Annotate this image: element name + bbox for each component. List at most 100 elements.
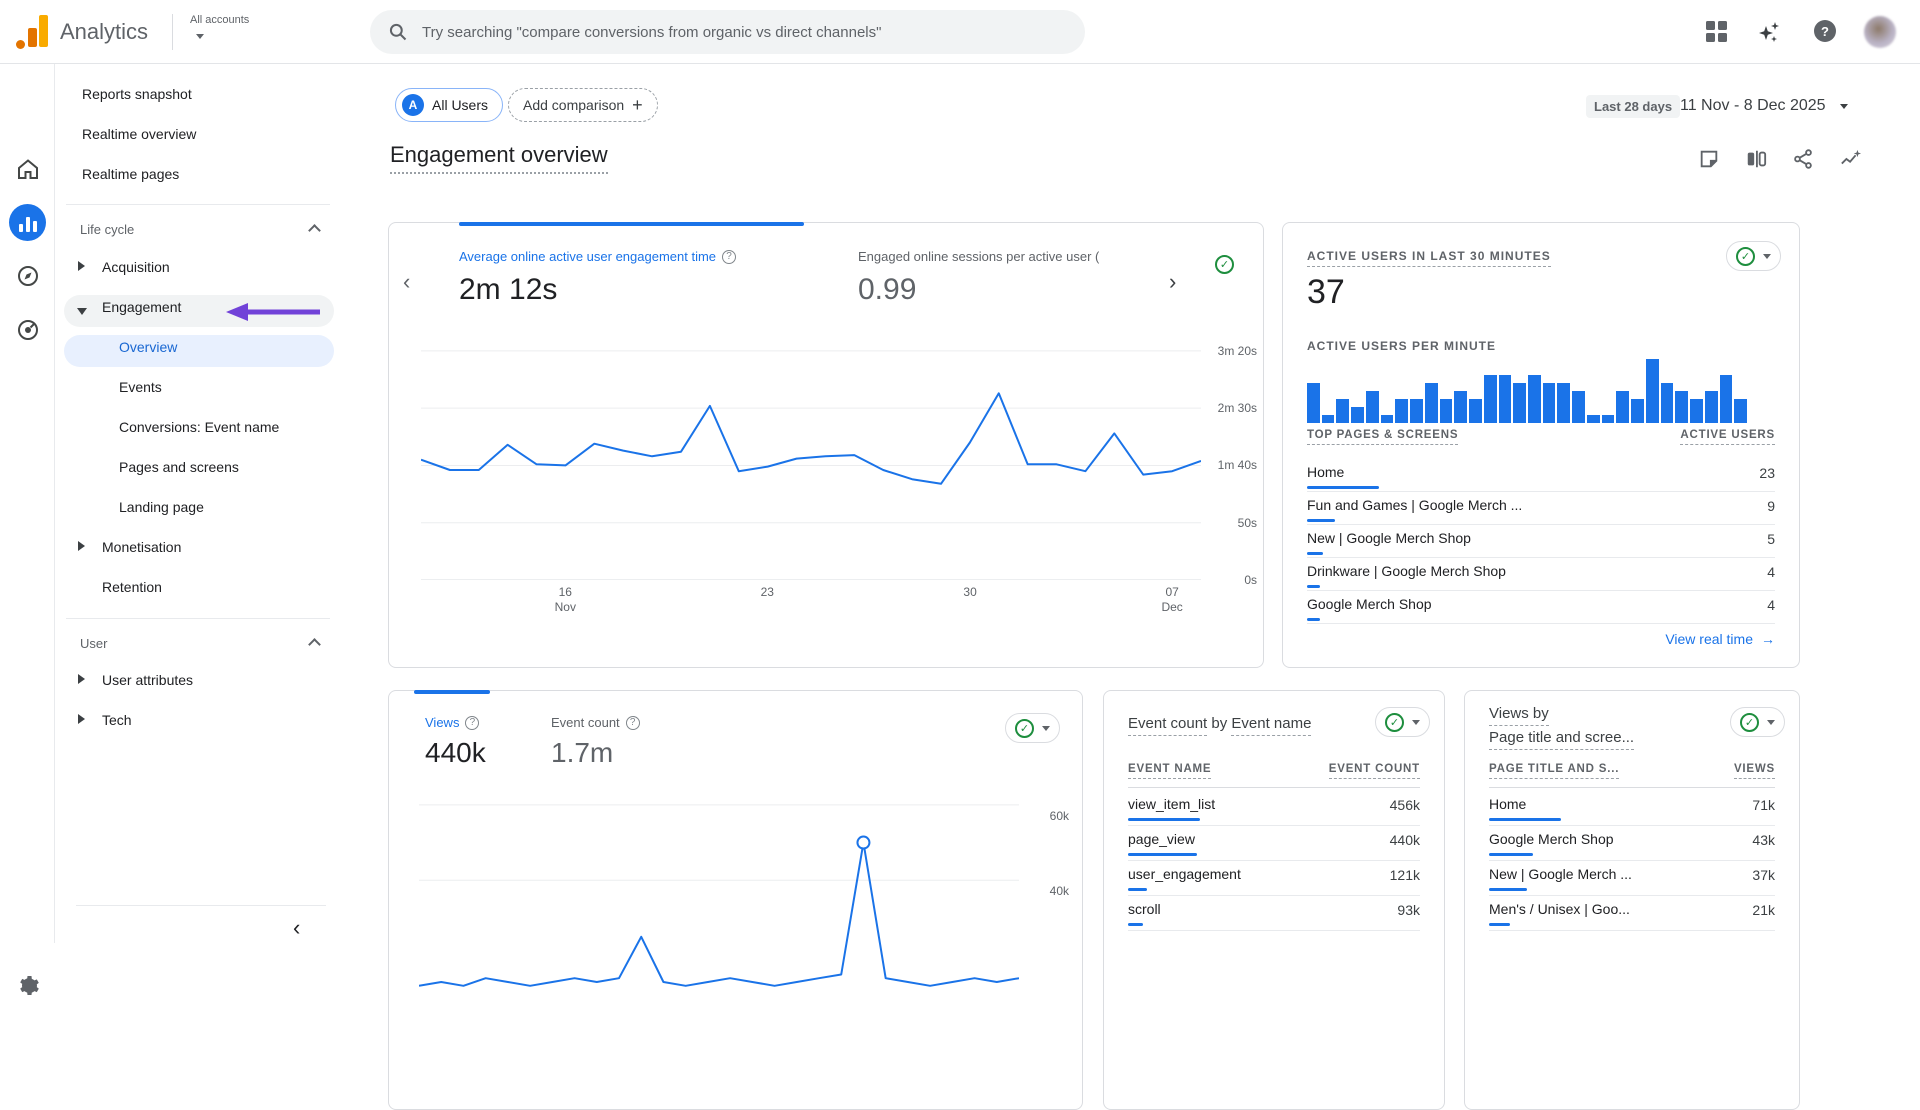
section-header-life-cycle[interactable]: Life cycle: [80, 222, 134, 237]
table-row[interactable]: Drinkware | Google Merch Shop 4: [1307, 558, 1775, 591]
title-views-by[interactable]: Views by: [1489, 705, 1549, 726]
help-icon[interactable]: ?: [465, 715, 480, 730]
row-label: Drinkware | Google Merch Shop: [1307, 563, 1506, 579]
home-icon[interactable]: [16, 157, 40, 181]
table-row[interactable]: user_engagement 121k: [1128, 861, 1420, 896]
table-row[interactable]: Fun and Games | Google Merch ... 9: [1307, 492, 1775, 525]
advertising-icon[interactable]: [16, 318, 40, 342]
pages-table-header: PAGE TITLE AND S... VIEWS: [1489, 763, 1775, 788]
title-page-title[interactable]: Page title and scree...: [1489, 729, 1635, 750]
col-active-users[interactable]: ACTIVE USERS: [1680, 429, 1775, 445]
table-row[interactable]: Home 23: [1307, 459, 1775, 492]
search-input[interactable]: [422, 23, 1022, 41]
ai-sparkle-icon[interactable]: [1758, 20, 1782, 44]
data-quality-dropdown[interactable]: ✓: [1730, 707, 1785, 737]
view-real-time-link[interactable]: View real time →: [1665, 631, 1775, 647]
page-title: Engagement overview: [390, 142, 608, 174]
col-top-pages[interactable]: TOP PAGES & SCREENS: [1307, 429, 1459, 445]
col-event-count[interactable]: EVENT COUNT: [1328, 763, 1420, 779]
data-quality-dropdown[interactable]: ✓: [1005, 713, 1060, 743]
help-icon[interactable]: ?: [722, 249, 737, 264]
explore-icon[interactable]: [16, 264, 40, 288]
collapse-triangle-icon[interactable]: [77, 308, 87, 315]
next-metric-arrow[interactable]: ›: [1169, 269, 1176, 295]
expand-triangle-icon[interactable]: [78, 714, 85, 724]
expand-triangle-icon[interactable]: [78, 674, 85, 684]
share-icon[interactable]: [1792, 148, 1814, 170]
prev-metric-arrow[interactable]: ‹: [403, 269, 410, 295]
sidebar-item-acquisition[interactable]: Acquisition: [102, 259, 392, 283]
title-event-count[interactable]: Event count: [1128, 715, 1208, 736]
link-label: View real time: [1665, 631, 1753, 647]
chevron-down-icon[interactable]: [1840, 104, 1848, 109]
sidebar-item-realtime-overview[interactable]: Realtime overview: [82, 126, 372, 150]
table-row[interactable]: Google Merch Shop 43k: [1489, 826, 1775, 861]
sidebar-item-landing-page[interactable]: Landing page: [119, 499, 409, 523]
note-icon[interactable]: [1698, 148, 1720, 170]
expand-triangle-icon[interactable]: [78, 261, 85, 271]
search-bar[interactable]: [370, 10, 1085, 54]
sidebar-item-events[interactable]: Events: [119, 379, 409, 403]
plus-icon: +: [632, 94, 643, 115]
table-row[interactable]: New | Google Merch ... 37k: [1489, 861, 1775, 896]
sidebar-item-pages-and-screens[interactable]: Pages and screens: [119, 459, 409, 483]
sidebar-item-realtime-pages[interactable]: Realtime pages: [82, 166, 372, 190]
sidebar-item-overview-label[interactable]: Overview: [119, 339, 409, 363]
reports-icon[interactable]: [9, 204, 46, 241]
divider: [66, 618, 330, 619]
all-users-chip[interactable]: A All Users: [395, 88, 504, 122]
events-table: view_item_list 456k page_view 440k user_en…: [1128, 791, 1420, 931]
settings-gear-icon[interactable]: [16, 974, 40, 998]
insights-icon[interactable]: [1840, 148, 1862, 170]
row-bar: [1489, 923, 1510, 926]
row-bar: [1307, 585, 1320, 588]
collapse-sidebar-icon[interactable]: ‹: [293, 915, 300, 941]
title-event-name[interactable]: Event name: [1231, 715, 1312, 736]
data-quality-check-icon[interactable]: ✓: [1215, 255, 1234, 274]
add-comparison-chip[interactable]: Add comparison +: [508, 88, 658, 122]
add-comparison-label: Add comparison: [523, 97, 625, 113]
help-icon[interactable]: ?: [1814, 20, 1838, 44]
row-value: 43k: [1752, 832, 1775, 848]
check-icon: ✓: [1385, 712, 1404, 732]
table-row[interactable]: page_view 440k: [1128, 826, 1420, 861]
col-views[interactable]: VIEWS: [1733, 763, 1775, 779]
data-quality-dropdown[interactable]: ✓: [1375, 707, 1430, 737]
table-row[interactable]: Google Merch Shop 4: [1307, 591, 1775, 624]
table-row[interactable]: Men's / Unisex | Goo... 21k: [1489, 896, 1775, 931]
table-row[interactable]: New | Google Merch Shop 5: [1307, 525, 1775, 558]
account-picker-label[interactable]: All accounts: [190, 14, 249, 26]
divider: [172, 14, 173, 50]
col-page-title[interactable]: PAGE TITLE AND S...: [1489, 763, 1620, 779]
chevron-down-icon: [1763, 253, 1771, 259]
help-icon[interactable]: ?: [625, 715, 640, 730]
table-row[interactable]: scroll 93k: [1128, 896, 1420, 931]
metric-tab-engagement-time[interactable]: Average online active user engagement ti…: [459, 249, 737, 264]
metric-tab-views[interactable]: Views ?: [425, 715, 480, 730]
chevron-up-icon[interactable]: [308, 224, 321, 237]
metric-tab-event-count[interactable]: Event count ?: [551, 715, 640, 730]
table-row[interactable]: Home 71k: [1489, 791, 1775, 826]
col-event-name[interactable]: EVENT NAME: [1128, 763, 1212, 779]
views-by-page-card: Views by Page title and scree... ✓ PAGE …: [1464, 690, 1800, 1110]
table-row[interactable]: view_item_list 456k: [1128, 791, 1420, 826]
data-quality-dropdown[interactable]: ✓: [1726, 241, 1781, 271]
sidebar-item-tech[interactable]: Tech: [102, 712, 392, 736]
chevron-down-icon[interactable]: [196, 34, 204, 39]
row-bar: [1128, 818, 1200, 821]
sidebar-item-reports-snapshot[interactable]: Reports snapshot: [82, 86, 372, 110]
sidebar-item-user-attributes[interactable]: User attributes: [102, 672, 392, 696]
ab-compare-icon[interactable]: [1745, 148, 1767, 170]
metric-tab-engaged-sessions[interactable]: Engaged online sessions per active user …: [858, 249, 1099, 264]
sidebar-item-retention[interactable]: Retention: [102, 579, 392, 603]
date-range-picker[interactable]: 11 Nov - 8 Dec 2025: [1680, 97, 1826, 115]
section-header-user[interactable]: User: [80, 636, 107, 651]
avatar[interactable]: [1864, 16, 1896, 48]
apps-grid-icon[interactable]: [1705, 20, 1729, 44]
expand-triangle-icon[interactable]: [78, 541, 85, 551]
sidebar-item-monetisation[interactable]: Monetisation: [102, 539, 392, 563]
views-trend-card: Views ? 440k Event count ? 1.7m ✓ 60k 40k: [388, 690, 1083, 1110]
chevron-up-icon[interactable]: [308, 638, 321, 651]
sidebar-item-conversions[interactable]: Conversions: Event name: [119, 419, 409, 443]
row-bar: [1307, 519, 1335, 522]
